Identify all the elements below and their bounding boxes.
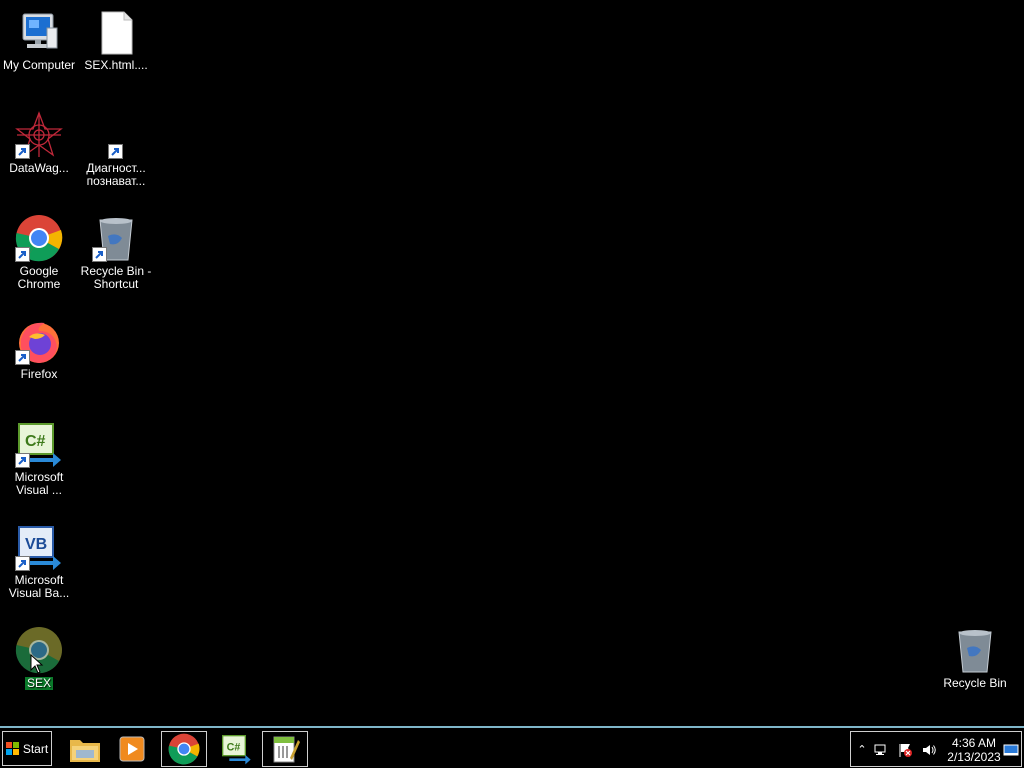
- shortcut-arrow-icon: [15, 453, 30, 468]
- visual-csharp-icon: C#: [222, 735, 251, 765]
- taskbar-chrome-button[interactable]: [161, 731, 207, 767]
- desktop-icon-label: SEX.html....: [84, 58, 148, 72]
- visual-basic-icon: VB: [15, 523, 63, 571]
- computer-icon: [15, 8, 63, 56]
- shortcut-arrow-icon: [15, 247, 30, 262]
- desktop-icon-label: Recycle Bin - Shortcut: [80, 264, 152, 291]
- taskbar: Start C# ⌃ 4:36 AM 2/13/2023: [0, 726, 1024, 768]
- shortcut-arrow-icon: [15, 556, 30, 571]
- desktop-icon-sex-html[interactable]: SEX.html....: [78, 0, 154, 90]
- desktop-icon-microsoft-visual-basic[interactable]: VB Microsoft Visual Ba...: [1, 515, 77, 605]
- desktop-icon-firefox[interactable]: Firefox: [1, 309, 77, 399]
- clock-date: 2/13/2023: [947, 750, 1001, 764]
- file-explorer-icon: [70, 740, 100, 762]
- clock-time: 4:36 AM: [951, 736, 997, 750]
- recycle-bin-icon: [92, 214, 140, 262]
- svg-text:VB: VB: [25, 536, 47, 553]
- action-center-flag-icon[interactable]: [897, 742, 913, 758]
- desktop-icon-datawag[interactable]: DataWag...: [1, 103, 77, 193]
- shortcut-arrow-icon: [15, 350, 30, 365]
- taskbar-visual-csharp-button[interactable]: C#: [213, 731, 259, 767]
- svg-text:C#: C#: [227, 741, 241, 753]
- recycle-bin-icon: [951, 626, 999, 674]
- show-desktop-icon[interactable]: [1003, 742, 1019, 758]
- desktop-icon-label: Recycle Bin: [943, 676, 1007, 690]
- file-icon: [92, 8, 140, 56]
- blank-shortcut-icon: [92, 111, 140, 159]
- system-tray: ⌃ 4:36 AM 2/13/2023: [850, 731, 1022, 767]
- desktop-icon-my-computer[interactable]: My Computer: [1, 0, 77, 90]
- desktop-icon-recycle-bin[interactable]: Recycle Bin: [937, 618, 1013, 708]
- chrome-icon: [15, 214, 63, 262]
- desktop-icon-microsoft-visual-csharp[interactable]: C# Microsoft Visual ...: [1, 412, 77, 502]
- desktop-icon-label: Диагност... познават...: [86, 161, 146, 188]
- desktop[interactable]: My Computer SEX.html.... DataWag... Диаг…: [0, 0, 1024, 726]
- volume-icon[interactable]: [921, 742, 937, 758]
- clock[interactable]: 4:36 AM 2/13/2023: [945, 736, 1003, 764]
- desktop-icon-google-chrome[interactable]: Google Chrome: [1, 206, 77, 296]
- desktop-icon-label: Microsoft Visual ...: [14, 470, 64, 497]
- desktop-icon-label: DataWag...: [9, 161, 69, 175]
- datawag-icon: [15, 111, 63, 159]
- visual-csharp-icon: C#: [15, 420, 63, 468]
- taskbar-notepad-plus-button[interactable]: [262, 731, 308, 767]
- desktop-icon-label: Microsoft Visual Ba...: [8, 573, 70, 600]
- taskbar-media-player-button[interactable]: [109, 731, 155, 767]
- media-player-icon: [119, 736, 145, 762]
- start-label: Start: [22, 741, 49, 756]
- shortcut-arrow-icon: [92, 247, 107, 262]
- windows-logo-icon: [5, 741, 19, 755]
- show-hidden-icons-icon[interactable]: ⌃: [854, 742, 870, 758]
- desktop-icon-label: My Computer: [2, 58, 76, 72]
- start-button[interactable]: Start: [2, 731, 52, 766]
- desktop-icon-diagnost[interactable]: Диагност... познават...: [78, 103, 154, 193]
- svg-text:C#: C#: [25, 433, 46, 450]
- shortcut-arrow-icon: [108, 144, 123, 159]
- notepad-plus-icon: [273, 736, 300, 763]
- firefox-icon: [15, 317, 63, 365]
- mouse-cursor-icon: [30, 654, 44, 674]
- network-icon[interactable]: [873, 742, 889, 758]
- desktop-icon-recycle-bin-shortcut[interactable]: Recycle Bin - Shortcut: [78, 206, 154, 296]
- desktop-icon-label: Firefox: [20, 367, 58, 381]
- desktop-icon-label: SEX: [24, 676, 53, 690]
- desktop-icon-label: Google Chrome: [17, 264, 61, 291]
- chrome-icon: [168, 733, 200, 765]
- taskbar-file-explorer-button[interactable]: [62, 731, 108, 767]
- shortcut-arrow-icon: [15, 144, 30, 159]
